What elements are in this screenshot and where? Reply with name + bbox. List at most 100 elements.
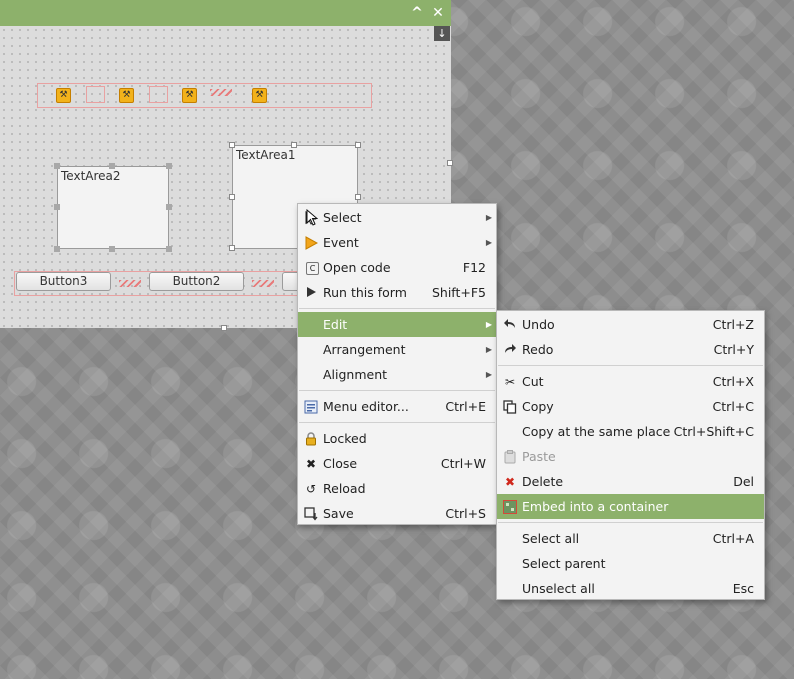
textarea2[interactable]: TextArea2 [57,166,169,249]
save-icon [304,507,318,521]
menu-item-shortcut: Ctrl+Z [712,317,754,332]
tool-button-icon[interactable]: ⚒ [56,88,71,103]
scroll-down-button[interactable]: ↓ [434,26,450,41]
maximize-button[interactable]: ^ [408,4,426,22]
run-icon [304,286,318,300]
context-menu: Select ▶ Event ▶ C Open code F12 Run thi… [297,203,497,525]
hatched-spacer[interactable] [210,89,232,96]
resize-handle[interactable] [54,204,60,210]
edit-submenu: Undo Ctrl+Z Redo Ctrl+Y ✂ Cut Ctrl+X Cop… [496,310,765,600]
menu-item-label: Run this form [323,285,407,300]
menu-item-save[interactable]: Save Ctrl+S [298,501,496,526]
paste-icon [503,450,517,464]
menu-item-copy[interactable]: Copy Ctrl+C [497,394,764,419]
menu-item-label: Paste [522,449,556,464]
menu-item-shortcut: Ctrl+X [712,374,754,389]
resize-handle[interactable] [109,246,115,252]
menu-item-reload[interactable]: ↺ Reload [298,476,496,501]
menu-item-select-all[interactable]: Select all Ctrl+A [497,526,764,551]
menu-item-shortcut: Ctrl+S [445,506,486,521]
menu-item-edit[interactable]: Edit ▶ [298,312,496,337]
resize-handle[interactable] [229,142,235,148]
menu-item-label: Redo [522,342,554,357]
chevron-right-icon: ▶ [485,345,492,354]
hatched-spacer[interactable] [252,280,274,287]
button2[interactable]: Button2 [149,272,244,291]
resize-handle[interactable] [109,163,115,169]
menu-item-event[interactable]: Event ▶ [298,230,496,255]
menu-item-label: Copy at the same place [522,424,671,439]
hatched-spacer[interactable] [119,280,141,287]
menu-item-label: Delete [522,474,564,489]
menu-item-label: Select [323,210,362,225]
lock-icon [304,432,318,446]
embed-icon [503,500,517,514]
resize-handle[interactable] [166,246,172,252]
menu-item-paste[interactable]: Paste [497,444,764,469]
chevron-right-icon: ▶ [485,370,492,379]
button3[interactable]: Button3 [16,272,111,291]
spacer-box[interactable] [86,86,105,103]
tool-button-icon[interactable]: ⚒ [119,88,134,103]
menu-item-label: Embed into a container [522,499,669,514]
copy-icon [503,400,517,414]
menu-editor-icon [304,400,318,414]
redo-icon [503,343,517,357]
menu-item-undo[interactable]: Undo Ctrl+Z [497,312,764,337]
canvas-resize-handle[interactable] [221,325,227,331]
menu-item-redo[interactable]: Redo Ctrl+Y [497,337,764,362]
menu-item-close[interactable]: ✖ Close Ctrl+W [298,451,496,476]
menu-item-alignment[interactable]: Alignment ▶ [298,362,496,387]
menu-item-unselect-all[interactable]: Unselect all Esc [497,576,764,601]
menu-item-label: Locked [323,431,367,446]
menu-item-shortcut: Esc [732,581,754,596]
reload-icon: ↺ [305,482,317,496]
menu-item-label: Reload [323,481,366,496]
menu-item-label: Edit [323,317,348,332]
menu-item-run-this-form[interactable]: Run this form Shift+F5 [298,280,496,305]
menu-item-shortcut: Ctrl+Shift+C [673,424,754,439]
resize-handle[interactable] [54,163,60,169]
undo-icon [503,318,517,332]
resize-handle[interactable] [166,204,172,210]
menu-item-shortcut: Ctrl+A [712,531,754,546]
resize-handle[interactable] [54,246,60,252]
close-icon: ✖ [305,457,317,471]
code-icon: C [306,262,319,275]
resize-handle[interactable] [355,142,361,148]
menu-item-copy-at-same-place[interactable]: Copy at the same place Ctrl+Shift+C [497,419,764,444]
cut-icon: ✂ [504,375,516,389]
menu-separator [498,522,763,523]
menu-item-delete[interactable]: ✖ Delete Del [497,469,764,494]
menu-item-select-parent[interactable]: Select parent [497,551,764,576]
event-icon [304,236,319,250]
tool-button-icon[interactable]: ⚒ [182,88,197,103]
menu-item-embed-into-container[interactable]: Embed into a container [497,494,764,519]
menu-item-shortcut: Ctrl+Y [713,342,754,357]
tool-button-icon[interactable]: ⚒ [252,88,267,103]
close-window-button[interactable]: ✕ [429,4,447,22]
menu-item-open-code[interactable]: C Open code F12 [298,255,496,280]
mouse-cursor-icon [306,208,319,229]
menu-item-shortcut: F12 [462,260,486,275]
menu-item-select[interactable]: Select ▶ [298,205,496,230]
menu-item-label: Menu editor... [323,399,409,414]
resize-handle[interactable] [291,142,297,148]
canvas-resize-handle[interactable] [447,160,453,166]
menu-item-menu-editor[interactable]: Menu editor... Ctrl+E [298,394,496,419]
menu-item-locked[interactable]: Locked [298,426,496,451]
menu-separator [299,308,495,309]
resize-handle[interactable] [229,245,235,251]
menu-item-label: Select all [522,531,580,546]
menu-item-label: Copy [522,399,554,414]
menu-item-cut[interactable]: ✂ Cut Ctrl+X [497,369,764,394]
resize-handle[interactable] [166,163,172,169]
menu-item-shortcut: Ctrl+E [445,399,486,414]
menu-separator [299,422,495,423]
menu-item-label: Arrangement [323,342,406,357]
resize-handle[interactable] [355,194,361,200]
menu-item-arrangement[interactable]: Arrangement ▶ [298,337,496,362]
chevron-right-icon: ▶ [485,238,492,247]
spacer-box[interactable] [149,86,168,103]
resize-handle[interactable] [229,194,235,200]
